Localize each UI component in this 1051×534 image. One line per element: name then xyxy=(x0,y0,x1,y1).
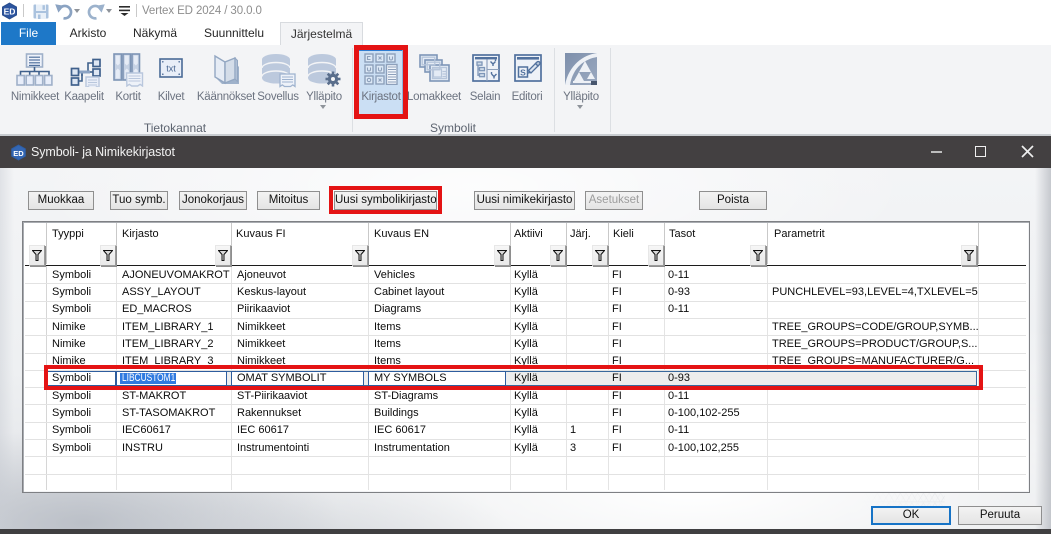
svg-text:ED: ED xyxy=(4,7,16,17)
svg-text:txt: txt xyxy=(166,64,176,74)
svg-text:S: S xyxy=(520,67,526,77)
svg-text:ED: ED xyxy=(13,149,24,158)
